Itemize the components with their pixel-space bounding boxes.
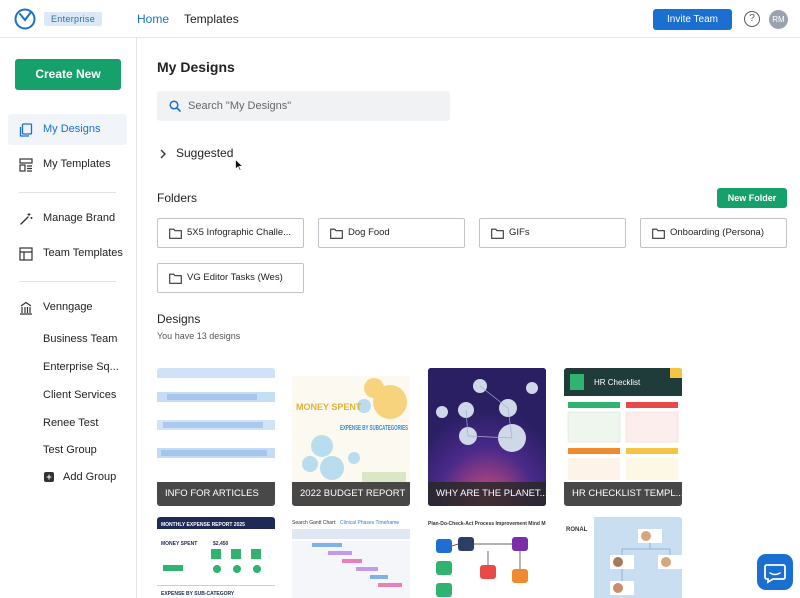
designs-count: You have 13 designs — [157, 331, 241, 341]
nav-home-link[interactable]: Home — [137, 12, 169, 26]
help-icon[interactable]: ? — [744, 11, 760, 27]
sidebar-divider — [19, 192, 116, 193]
design-card[interactable]: Plan-Do-Check-Act Process Improvement Mi… — [428, 517, 546, 598]
folder-name: GIFs — [509, 227, 530, 238]
designs-icon — [19, 123, 33, 137]
folder-icon — [330, 228, 343, 239]
design-card[interactable]: INFO FOR ARTICLES — [157, 368, 275, 506]
new-folder-button[interactable]: New Folder — [717, 188, 787, 208]
design-card[interactable]: Search Gantt Chart: Clinical Phases Time… — [292, 517, 410, 598]
building-icon — [20, 301, 32, 315]
search-icon — [169, 100, 181, 112]
folder-icon — [169, 228, 182, 239]
sidebar-group-test-group[interactable]: Test Group — [43, 444, 97, 456]
sidebar-item-label: Manage Brand — [43, 212, 116, 224]
folder-icon — [652, 228, 665, 239]
thumb-text: MONEY SPENT — [296, 402, 362, 412]
folder-icon — [491, 228, 504, 239]
chevron-right-icon — [160, 149, 166, 159]
sidebar-item-team-templates[interactable]: Team Templates — [8, 238, 127, 269]
chat-icon — [764, 564, 786, 584]
design-thumbnail: Search Gantt Chart: Clinical Phases Time… — [292, 517, 410, 598]
suggested-toggle[interactable]: Suggested — [159, 146, 269, 162]
sidebar-item-label: My Designs — [43, 123, 101, 135]
design-thumbnail: RONAL — [564, 517, 682, 598]
sidebar-item-manage-brand[interactable]: Manage Brand — [8, 203, 127, 234]
sidebar-item-my-templates[interactable]: My Templates — [8, 149, 127, 180]
sidebar-group-renee-test[interactable]: Renee Test — [43, 417, 98, 429]
sidebar-group-business-team[interactable]: Business Team — [43, 333, 117, 345]
sidebar-item-my-designs[interactable]: My Designs — [8, 114, 127, 145]
thumb-text: HR Checklist — [594, 378, 641, 387]
folder-icon — [169, 273, 182, 284]
design-title: HR CHECKLIST TEMPL... — [564, 482, 682, 506]
folder-item[interactable]: VG Editor Tasks (Wes) — [157, 263, 304, 293]
sidebar-group-enterprise[interactable]: Enterprise Sq... — [43, 361, 119, 373]
folder-name: 5X5 Infographic Challe... — [187, 227, 292, 238]
thumb-text: Clinical Phases Timeframe — [340, 520, 399, 526]
folder-name: Dog Food — [348, 227, 390, 238]
main-content: My Designs Suggested Folders New Folder … — [137, 38, 800, 598]
search-bar[interactable] — [157, 91, 450, 121]
thumb-text: EXPENSE BY SUBCATEGORIES — [340, 425, 408, 432]
folder-name: Onboarding (Persona) — [670, 227, 764, 238]
plus-icon: + — [44, 472, 54, 482]
chat-support-button[interactable] — [757, 554, 793, 590]
brand-wand-icon — [20, 213, 33, 225]
thumb-text: Plan-Do-Check-Act Process Improvement Mi… — [428, 521, 546, 527]
folder-item[interactable]: GIFs — [479, 218, 626, 248]
venngage-logo-icon[interactable] — [14, 8, 36, 30]
folders-heading: Folders — [157, 191, 198, 205]
thumb-text-layer: HR Checklist — [594, 378, 641, 387]
thumb-text-layer: MONEY SPENT EXPENSE BY SUBCATEGORIES — [296, 402, 408, 432]
templates-icon — [19, 158, 33, 172]
design-card[interactable]: WHY ARE THE PLANET... — [428, 368, 546, 506]
design-title: WHY ARE THE PLANET... — [428, 482, 546, 506]
design-card[interactable]: HR Checklist HR CHECKLIST TEMPL... — [564, 368, 682, 506]
folder-item[interactable]: 5X5 Infographic Challe... — [157, 218, 304, 248]
plan-badge: Enterprise — [44, 12, 103, 26]
thumb-text: EXPENSE BY SUB-CATEGORY — [161, 591, 235, 597]
folder-item[interactable]: Onboarding (Persona) — [640, 218, 787, 248]
sidebar-item-label: Team Templates — [43, 247, 123, 259]
design-card[interactable]: MONTHLY EXPENSE REPORT 2025 MONEY SPENT … — [157, 517, 275, 598]
create-new-button[interactable]: Create New — [15, 59, 121, 90]
design-card[interactable]: MONEY SPENT EXPENSE BY SUBCATEGORIES 202… — [292, 368, 410, 506]
design-title: 2022 BUDGET REPORT — [292, 482, 410, 506]
nav-templates-link[interactable]: Templates — [184, 12, 239, 26]
sidebar-item-label: My Templates — [43, 158, 111, 170]
design-card[interactable]: RONAL — [564, 517, 682, 598]
design-thumbnail: Plan-Do-Check-Act Process Improvement Mi… — [428, 517, 546, 598]
design-title: INFO FOR ARTICLES — [157, 482, 275, 506]
mouse-cursor-icon — [235, 159, 243, 171]
invite-team-button[interactable]: Invite Team — [653, 9, 732, 30]
sidebar-group-client-services[interactable]: Client Services — [43, 389, 116, 401]
sidebar-item-venngage[interactable]: Venngage — [8, 292, 127, 323]
thumb-text: RONAL — [566, 527, 588, 533]
sidebar: Create New My Designs My Templates Manag… — [0, 38, 137, 598]
suggested-label: Suggested — [176, 146, 234, 160]
thumb-text: MONTHLY EXPENSE REPORT 2025 — [161, 522, 245, 528]
top-bar: Enterprise Home Templates Invite Team ? … — [0, 0, 800, 38]
thumb-text: $2,450 — [213, 541, 229, 547]
team-templates-icon — [19, 247, 33, 261]
sidebar-divider — [19, 281, 116, 282]
add-group-label: Add Group — [63, 471, 117, 483]
user-avatar[interactable]: RM — [769, 10, 788, 29]
sidebar-item-label: Venngage — [43, 301, 93, 313]
design-thumbnail: MONTHLY EXPENSE REPORT 2025 MONEY SPENT … — [157, 517, 275, 598]
folder-item[interactable]: Dog Food — [318, 218, 465, 248]
search-input[interactable] — [188, 98, 438, 114]
thumb-text: Search Gantt Chart: — [292, 520, 336, 526]
page-title: My Designs — [157, 59, 235, 75]
folder-name: VG Editor Tasks (Wes) — [187, 272, 283, 283]
designs-heading: Designs — [157, 312, 201, 326]
thumb-text: MONEY SPENT — [161, 541, 197, 547]
